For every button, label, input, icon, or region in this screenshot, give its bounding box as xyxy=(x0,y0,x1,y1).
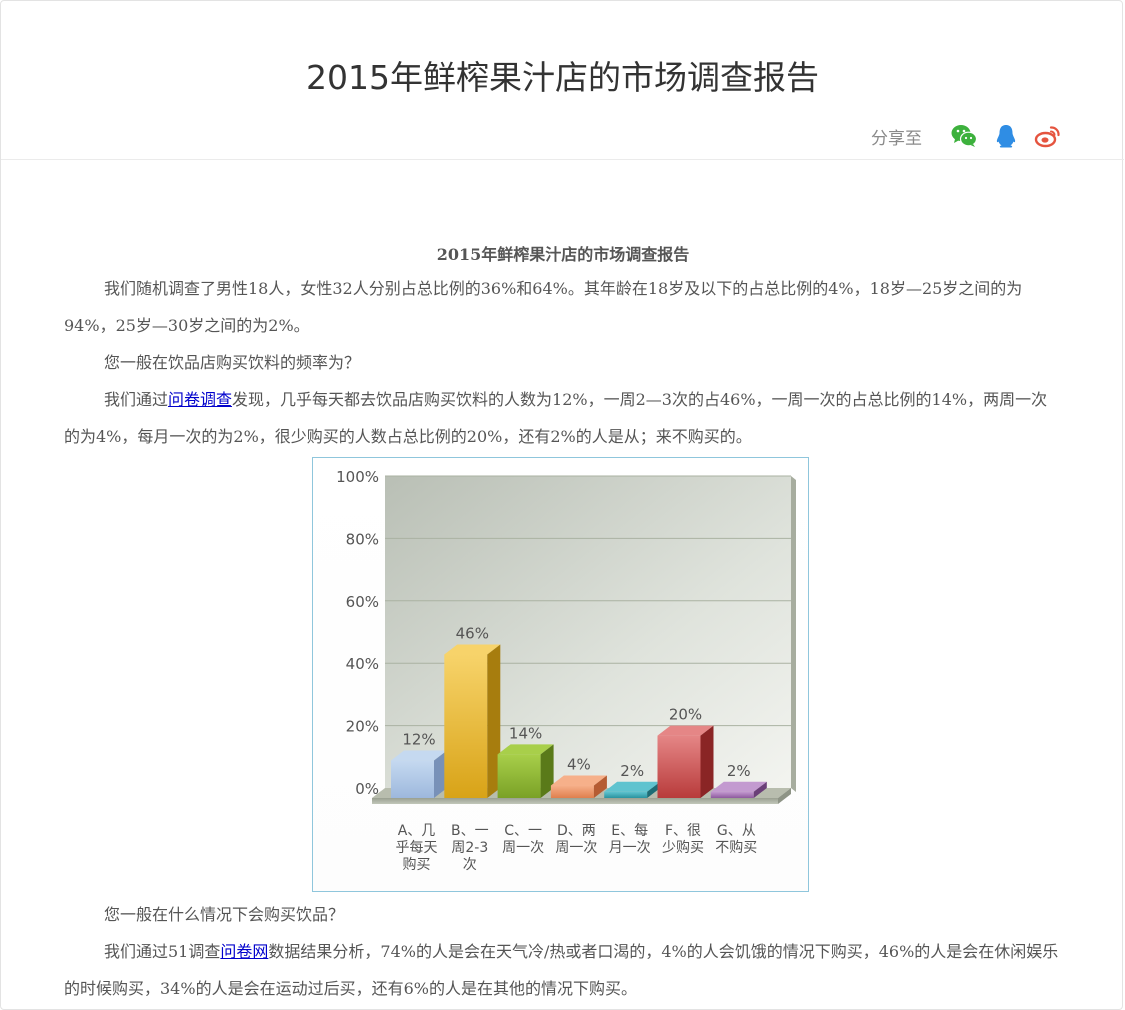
x-category-label: 不购买 xyxy=(715,840,757,856)
x-category-label: B、一 xyxy=(451,823,489,839)
paragraph-frequency: 我们通过问卷调查发现，几乎每天都去饮品店购买饮料的人数为12%，一周2—3次的占… xyxy=(64,381,1062,455)
x-category-label: 周一次 xyxy=(502,840,544,856)
chart-side-wall xyxy=(791,476,796,792)
x-category-label: E、每 xyxy=(611,823,648,839)
article-body: 2015年鲜榨果汁店的市场调查报告 我们随机调查了男性18人，女性32人分别占总… xyxy=(64,240,1062,1007)
x-category-label: A、几 xyxy=(398,823,436,839)
frequency-chart-svg: 0% 20% 40% 60% 80% 100% 12% A、几乎每天购买 46% B、一周2-3次… xyxy=(336,468,796,873)
wechat-icon[interactable] xyxy=(950,122,978,150)
y-tick-label: 0% xyxy=(355,780,379,798)
x-category-label: G、从 xyxy=(717,823,756,839)
bar-value-label: 4% xyxy=(567,756,591,774)
bar-front xyxy=(604,791,648,798)
frequency-chart: 0% 20% 40% 60% 80% 100% 12% A、几 乎每天 购买 46% B、一 周2-3 次… xyxy=(312,457,809,892)
x-category-label: 乎每天 xyxy=(396,840,438,856)
bar-value-label: 2% xyxy=(727,762,751,780)
bar-value-label: 14% xyxy=(509,724,542,742)
share-label: 分享至 xyxy=(871,128,922,149)
paragraph-demographics: 我们随机调查了男性18人，女性32人分别占总比例的36%和64%。其年龄在18岁… xyxy=(64,279,1023,335)
survey-link[interactable]: 问卷调查 xyxy=(168,390,232,409)
page-title: 2015年鲜榨果汁店的市场调查报告 xyxy=(306,58,819,97)
bar-front xyxy=(444,654,488,798)
x-category-label: D、两 xyxy=(557,823,596,839)
qq-icon[interactable] xyxy=(992,122,1020,150)
x-category-label: 周一次 xyxy=(555,840,597,856)
x-category-label: F、很 xyxy=(665,823,701,839)
bar-front xyxy=(657,735,701,798)
y-tick-label: 60% xyxy=(346,593,379,611)
article-title: 2015年鲜榨果汁店的市场调查报告 xyxy=(436,245,690,264)
y-tick-label: 40% xyxy=(346,655,379,673)
x-category-label: 次 xyxy=(463,857,477,873)
y-tick-label: 100% xyxy=(336,468,379,486)
bar-value-label: 12% xyxy=(402,731,435,749)
question-occasion: 您一般在什么情况下会购买饮品？ xyxy=(104,905,345,924)
x-category-label: 少购买 xyxy=(662,840,704,856)
paragraph-frequency-pre: 我们通过 xyxy=(104,390,169,409)
bar-front xyxy=(710,791,754,798)
share-bar: 分享至 xyxy=(871,121,1062,151)
question-frequency: 您一般在饮品店购买饮料的频率为？ xyxy=(104,353,361,372)
x-category-label: C、一 xyxy=(504,823,542,839)
paragraph-occasion-pre: 我们通过51调查 xyxy=(104,942,221,961)
bar-value-label: 20% xyxy=(669,706,702,724)
wenjuan-link[interactable]: 问卷网 xyxy=(220,942,268,961)
weibo-icon[interactable] xyxy=(1034,122,1062,150)
bar-front xyxy=(391,760,434,798)
x-category-label: 周2-3 xyxy=(451,840,488,856)
chart-floor-front xyxy=(372,798,778,804)
bar-front xyxy=(550,785,594,798)
bar-value-label: 46% xyxy=(456,624,489,642)
page-header: 2015年鲜榨果汁店的市场调查报告 分享至 xyxy=(1,1,1124,160)
paragraph-occasion: 我们通过51调查问卷网数据结果分析，74%的人是会在天气冷/热或者口渴的，4%的… xyxy=(64,933,1062,1007)
y-tick-label: 20% xyxy=(346,718,379,736)
x-category-label: 月一次 xyxy=(609,840,651,856)
bar-side xyxy=(700,725,714,798)
y-tick-label: 80% xyxy=(346,530,379,548)
x-category-label: 购买 xyxy=(403,857,431,873)
bar-value-label: 2% xyxy=(620,762,644,780)
bar-front xyxy=(497,754,541,798)
